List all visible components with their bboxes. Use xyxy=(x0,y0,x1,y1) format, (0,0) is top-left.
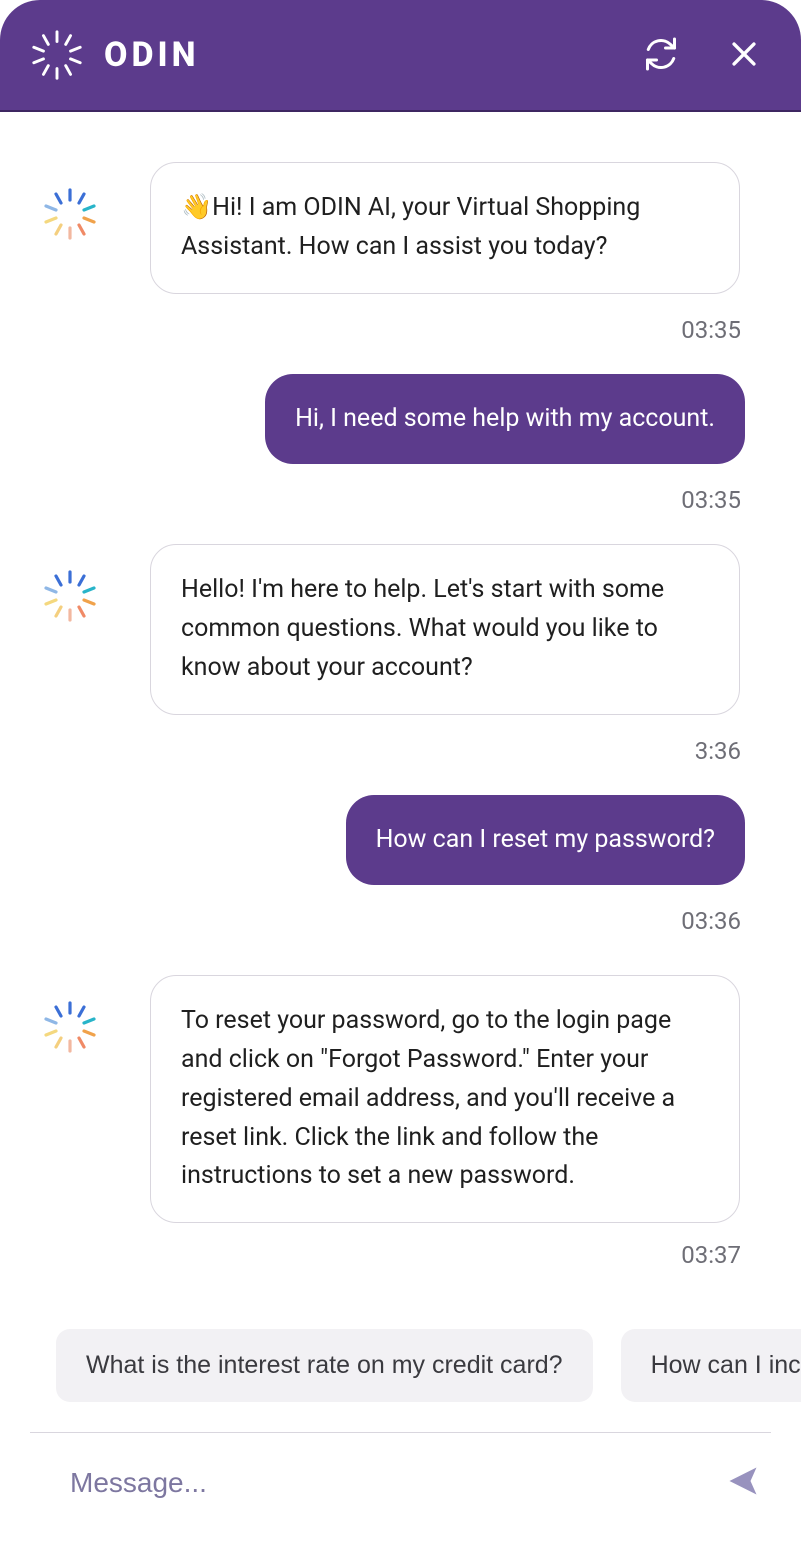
message-composer xyxy=(0,1451,801,1502)
close-icon xyxy=(727,37,761,74)
odin-logo-icon xyxy=(40,566,100,630)
message-text: Hi, I need some help with my account. xyxy=(295,404,715,433)
message-text: How can I reset my password? xyxy=(376,825,715,854)
message-time: 03:35 xyxy=(40,472,745,544)
message-row: To reset your password, go to the login … xyxy=(40,975,745,1223)
chat-transcript: 👋Hi! I am ODIN AI, your Virtual Shopping… xyxy=(0,112,801,1318)
suggestion-chip[interactable]: What is the interest rate on my credit c… xyxy=(56,1329,593,1402)
message-row: Hello! I'm here to help. Let's start wit… xyxy=(40,544,745,714)
bot-avatar xyxy=(40,544,150,630)
bot-avatar xyxy=(40,975,150,1061)
brand-name: ODIN xyxy=(104,35,200,75)
odin-logo-icon xyxy=(40,997,100,1061)
suggestion-chips: What is the interest rate on my credit c… xyxy=(0,1329,801,1402)
chat-bottom: What is the interest rate on my credit c… xyxy=(0,1329,801,1548)
divider xyxy=(30,1432,771,1433)
close-button[interactable] xyxy=(727,37,761,74)
wave-emoji: 👋 xyxy=(181,193,212,222)
bot-message-bubble: Hello! I'm here to help. Let's start wit… xyxy=(150,544,740,714)
bot-message-bubble: To reset your password, go to the login … xyxy=(150,975,740,1223)
message-row: 👋Hi! I am ODIN AI, your Virtual Shopping… xyxy=(40,162,745,294)
message-row: How can I reset my password? xyxy=(40,795,745,886)
bot-avatar xyxy=(40,162,150,248)
user-message-bubble: Hi, I need some help with my account. xyxy=(265,374,745,465)
refresh-button[interactable] xyxy=(643,36,679,75)
odin-logo-icon xyxy=(40,184,100,248)
message-text: Hi! I am ODIN AI, your Virtual Shopping … xyxy=(181,193,640,261)
message-text: To reset your password, go to the login … xyxy=(181,1006,675,1190)
message-time: 03:36 xyxy=(40,893,745,975)
odin-logo-icon xyxy=(28,26,86,84)
chat-header: ODIN xyxy=(0,0,801,112)
message-time: 3:36 xyxy=(40,723,745,795)
user-message-bubble: How can I reset my password? xyxy=(346,795,745,886)
message-text: Hello! I'm here to help. Let's start wit… xyxy=(181,575,664,682)
send-icon xyxy=(725,1463,761,1502)
message-input[interactable] xyxy=(70,1467,725,1499)
header-actions xyxy=(643,36,761,75)
message-time: 03:35 xyxy=(40,302,745,374)
send-button[interactable] xyxy=(725,1463,761,1502)
brand: ODIN xyxy=(28,26,643,84)
message-time: 03:37 xyxy=(40,1231,745,1299)
refresh-icon xyxy=(643,36,679,75)
bot-message-bubble: 👋Hi! I am ODIN AI, your Virtual Shopping… xyxy=(150,162,740,294)
message-row: Hi, I need some help with my account. xyxy=(40,374,745,465)
suggestion-chip[interactable]: How can I increase my credit limit? xyxy=(621,1329,801,1402)
